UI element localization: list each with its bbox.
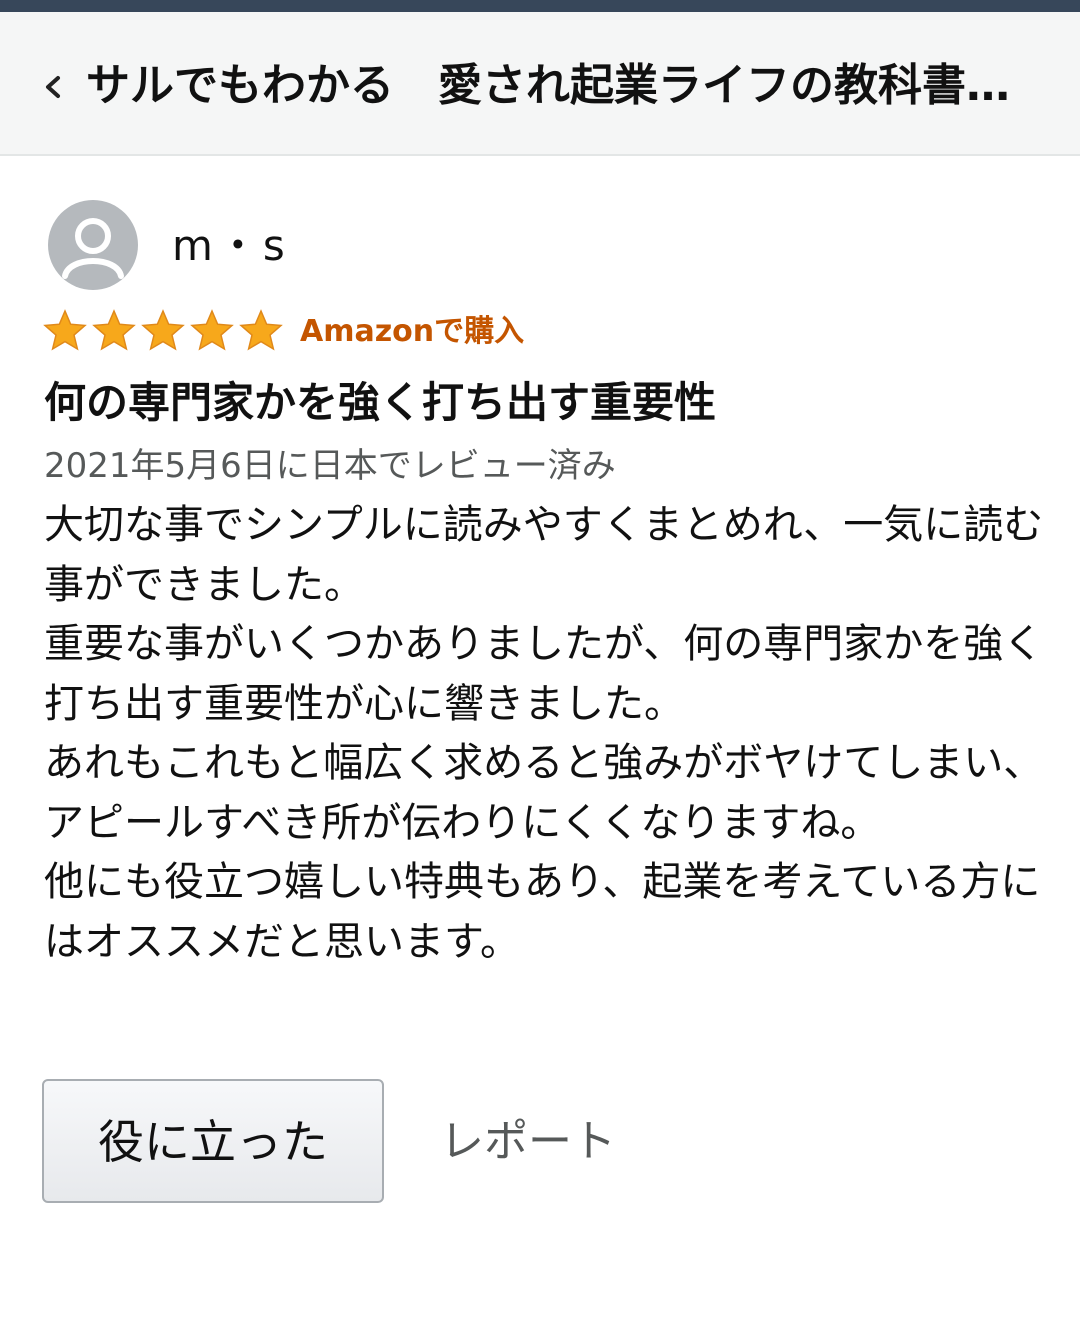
helpful-button[interactable]: 役に立った [42, 1079, 384, 1203]
review-title: 何の専門家かを強く打ち出す重要性 [44, 378, 717, 427]
page-title: サルでもわかる 愛され起業ライフの教科書… [86, 60, 1010, 111]
star-icon [141, 309, 185, 351]
header-bar: サルでもわかる 愛され起業ライフの教科書… [0, 12, 1080, 156]
review-paragraph: 他にも役立つ嬉しい特典もあり、起業を考えている方にはオススメだと思います。 [44, 859, 1041, 965]
star-icon [43, 309, 87, 351]
report-link[interactable]: レポート [440, 1112, 616, 1172]
verified-purchase-badge[interactable]: Amazonで購入 [300, 312, 524, 352]
chevron-left-icon[interactable] [38, 70, 68, 104]
star-icon [190, 309, 234, 351]
default-user-icon [48, 200, 138, 290]
reviewer-name: m・s [172, 221, 289, 270]
star-icon [239, 309, 283, 351]
review-date: 2021年5月6日に日本でレビュー済み [44, 446, 616, 486]
review-paragraph: 重要な事がいくつかありましたが、何の専門家かを強く打ち出す重要性が心に響きました… [44, 621, 1044, 727]
star-rating [42, 308, 283, 354]
review-paragraph: あれもこれもと幅広く求めると強みがボヤけてしまい、アピールすべき所が伝わりにくく… [44, 740, 1044, 846]
status-bar-strip [0, 0, 1080, 12]
review-body: 大切な事でシンプルに読みやすくまとめれ、一気に読む事ができました。 重要な事がい… [44, 496, 1044, 972]
star-icon [92, 309, 136, 351]
review-paragraph: 大切な事でシンプルに読みやすくまとめれ、一気に読む事ができました。 [44, 502, 1044, 608]
